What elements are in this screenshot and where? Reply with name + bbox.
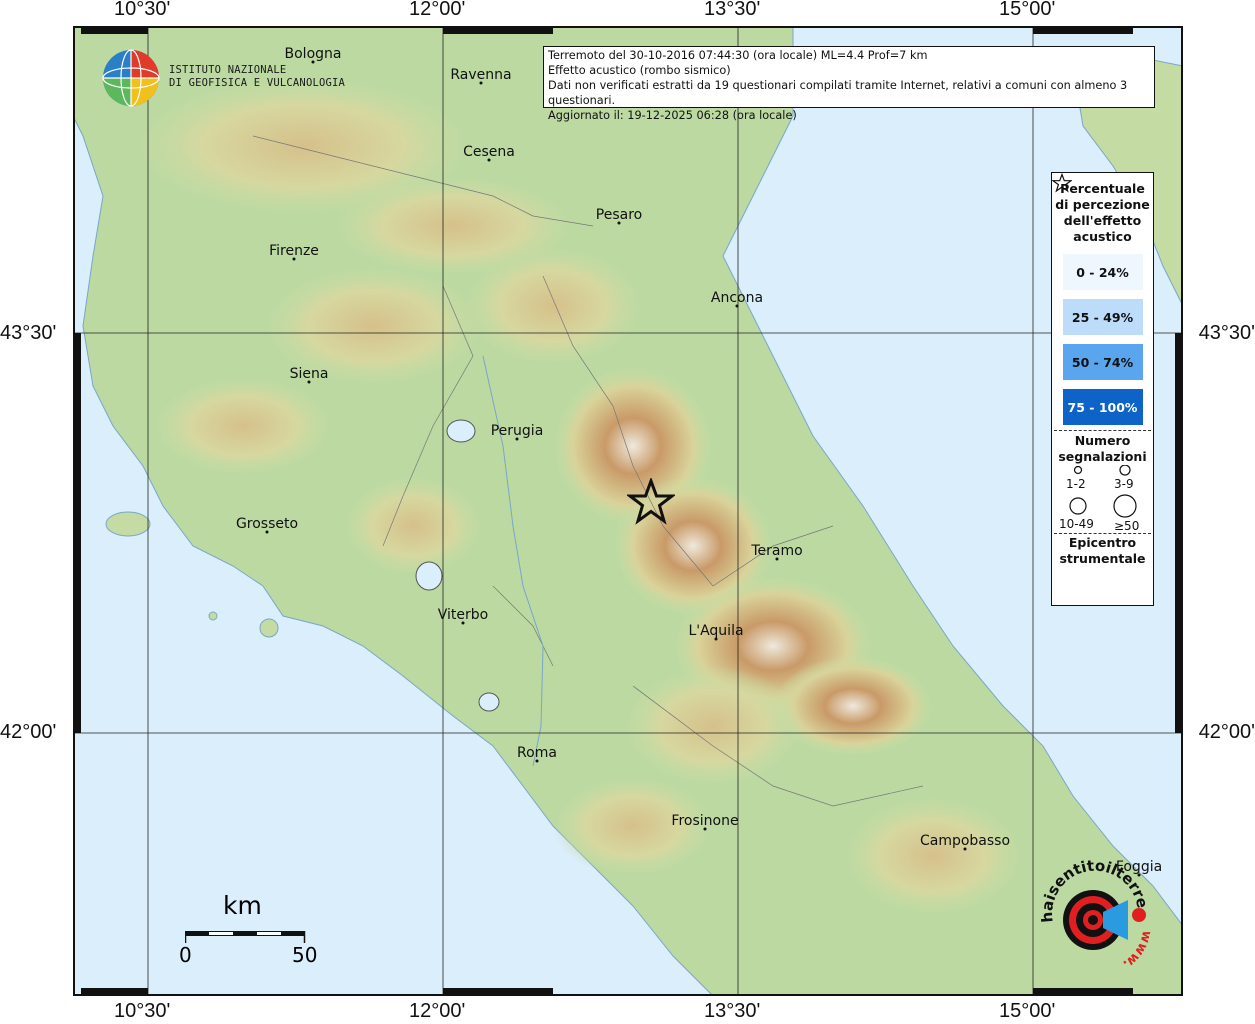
city-marker-perugia xyxy=(515,437,519,441)
right-lat-label-1: 43°30' xyxy=(1198,322,1255,344)
city-marker-frosinone xyxy=(703,827,707,831)
island-giglio xyxy=(208,611,218,621)
city-marker-bologna xyxy=(311,60,315,64)
legend-count-3-9: 3-9 xyxy=(1114,477,1134,491)
ingv-logo-icon xyxy=(101,48,161,108)
city-marker-teramo xyxy=(775,557,779,561)
legend-epicentre-line1: Epicentro xyxy=(1068,535,1137,550)
legend-bin-25-49: 25 - 49% xyxy=(1062,299,1143,335)
legend-count-50-plus: ≥50 xyxy=(1114,519,1140,533)
city-marker-campobasso xyxy=(963,847,967,851)
legend-panel: Percentuale di percezione dell'effetto a… xyxy=(1051,172,1154,606)
info-line-event: Terremoto del 30-10-2016 07:44:30 (ora l… xyxy=(548,49,928,62)
legend-title-line4: acustico xyxy=(1073,229,1132,244)
city-marker-ravenna xyxy=(479,81,483,85)
city-marker-roma xyxy=(535,759,539,763)
lake-bolsena xyxy=(415,561,443,591)
island-elba xyxy=(105,511,151,537)
institute-name: ISTITUTO NAZIONALE DI GEOFISICA E VULCAN… xyxy=(169,64,345,90)
legend-divider xyxy=(1054,430,1151,431)
earthquake-info-box: Terremoto del 30-10-2016 07:44:30 (ora l… xyxy=(543,46,1155,122)
legend-count-title: Numero segnalazioni xyxy=(1052,433,1153,465)
city-marker-pesaro xyxy=(617,221,621,225)
map-canvas[interactable]: ISTITUTO NAZIONALE DI GEOFISICA E VULCAN… xyxy=(73,26,1183,996)
epicentre-star-icon[interactable] xyxy=(627,478,675,526)
city-marker-grosseto xyxy=(265,530,269,534)
city-marker-laquila xyxy=(714,637,718,641)
lake-trasimeno xyxy=(446,419,476,443)
scale-end: 50 xyxy=(292,943,318,967)
legend-count-1-2: 1-2 xyxy=(1066,477,1086,491)
scale-bar: km 0 50 xyxy=(173,891,333,971)
legend-bin-75-100: 75 - 100% xyxy=(1062,389,1143,425)
top-lon-label-2: 12°00' xyxy=(409,0,466,20)
bottom-lon-label-4: 15°00' xyxy=(999,1000,1056,1022)
city-marker-siena xyxy=(307,380,311,384)
legend-count-title-line2: segnalazioni xyxy=(1058,449,1147,464)
scale-unit: km xyxy=(223,891,262,920)
legend-count-title-line1: Numero xyxy=(1074,433,1131,448)
city-marker-cesena xyxy=(487,158,491,162)
legend-epicentre-line2: strumentale xyxy=(1059,551,1146,566)
left-lat-label-2: 42°00' xyxy=(0,721,57,743)
lake-bracciano xyxy=(478,692,500,712)
bottom-lon-label-2: 12°00' xyxy=(409,1000,466,1022)
top-lon-label-3: 13°30' xyxy=(704,0,761,20)
info-line-source: Dati non verificati estratti da 19 quest… xyxy=(548,79,1128,107)
haisentito-logo-icon[interactable]: haisentitoilterremoto.it www. xyxy=(1033,860,1153,980)
top-lon-label-4: 15°00' xyxy=(999,0,1056,20)
scale-start: 0 xyxy=(179,943,192,967)
city-marker-firenze xyxy=(292,257,296,261)
legend-bin-0-24: 0 - 24% xyxy=(1062,254,1143,290)
city-marker-ancona xyxy=(735,304,739,308)
legend-title-line3: dell'effetto xyxy=(1063,213,1142,228)
city-marker-viterbo xyxy=(461,621,465,625)
legend-bin-50-74: 50 - 74% xyxy=(1062,344,1143,380)
bottom-lon-label-1: 10°30' xyxy=(114,1000,171,1022)
bottom-lon-label-3: 13°30' xyxy=(704,1000,761,1022)
info-line-effect: Effetto acustico (rombo sismico) xyxy=(548,64,731,77)
legend-count-10-49: 10-49 xyxy=(1059,517,1094,531)
info-line-updated: Aggiornato il: 19-12-2025 06:28 (ora loc… xyxy=(548,109,797,122)
legend-count-symbols: 1-2 3-9 10-49 ≥50 xyxy=(1052,465,1153,533)
top-lon-label-1: 10°30' xyxy=(114,0,171,20)
right-lat-label-2: 42°00' xyxy=(1198,721,1255,743)
left-lat-label-1: 43°30' xyxy=(0,322,57,344)
legend-title-line2: di percezione xyxy=(1055,197,1150,212)
legend-epicentre-title: Epicentro strumentale xyxy=(1052,535,1153,567)
institute-name-line1: ISTITUTO NAZIONALE xyxy=(169,64,287,76)
institute-name-line2: DI GEOFISICA E VULCANOLOGIA xyxy=(169,77,346,89)
island-argentario xyxy=(259,618,279,638)
legend-divider-2 xyxy=(1054,533,1151,534)
